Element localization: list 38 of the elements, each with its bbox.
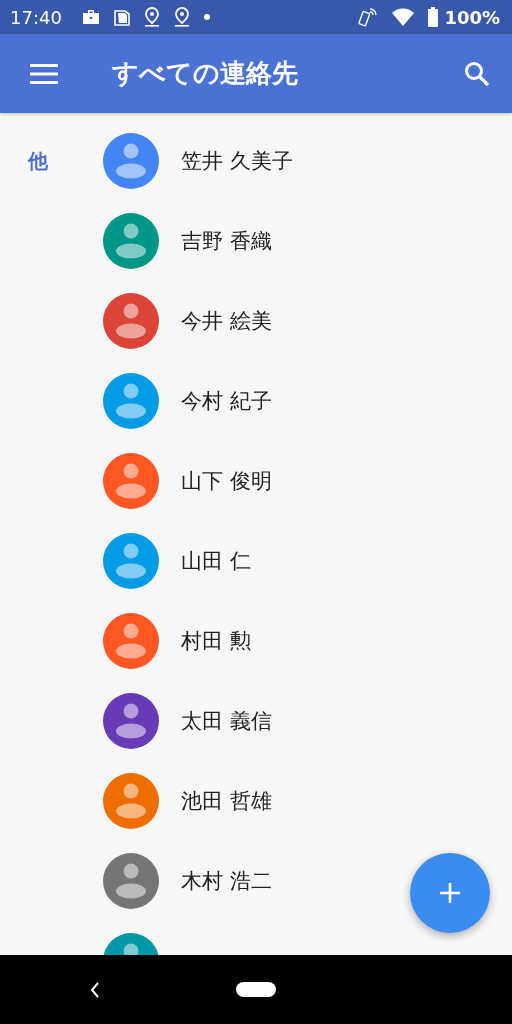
dot-icon	[203, 14, 210, 20]
location-icon	[173, 7, 190, 27]
contact-name[interactable]: 村田 勲	[181, 627, 251, 655]
person-icon	[114, 623, 148, 659]
contact-name[interactable]: 太田 義信	[181, 707, 272, 735]
add-contact-button[interactable]	[410, 853, 490, 933]
person-icon	[114, 543, 148, 579]
person-icon	[114, 783, 148, 819]
person-icon	[114, 703, 148, 739]
person-icon	[114, 223, 148, 259]
section-letter: 他	[27, 148, 49, 175]
contact-name[interactable]: 今井 絵美	[181, 307, 272, 335]
person-icon	[114, 143, 148, 179]
person-icon	[114, 463, 148, 499]
person-icon	[114, 383, 148, 419]
card-icon	[113, 8, 130, 26]
contact-name[interactable]: 木村 浩二	[181, 867, 272, 895]
home-button[interactable]	[236, 982, 276, 997]
app-title: すべての連絡先	[112, 57, 299, 90]
contact-name[interactable]: 山田 仁	[181, 547, 251, 575]
contact-name[interactable]: 笠井 久美子	[181, 147, 293, 175]
plus-icon	[439, 882, 461, 904]
person-icon	[114, 863, 148, 899]
contact-name[interactable]: 今村 紀子	[181, 387, 272, 415]
contact-name[interactable]: 山下 俊明	[181, 467, 272, 495]
search-icon	[464, 60, 490, 87]
battery-level: 100%	[444, 6, 500, 28]
status-time: 17:40	[10, 6, 62, 28]
briefcase-icon	[81, 9, 100, 25]
contact-name[interactable]: 池田 哲雄	[181, 787, 272, 815]
contact-name[interactable]: 吉野 香織	[181, 227, 272, 255]
menu-icon	[30, 63, 58, 84]
wifi-icon	[392, 8, 415, 26]
location-icon	[143, 7, 160, 27]
back-icon	[90, 981, 100, 998]
person-icon	[114, 303, 148, 339]
battery-icon	[428, 7, 439, 27]
nfc-phone-icon	[358, 7, 379, 27]
